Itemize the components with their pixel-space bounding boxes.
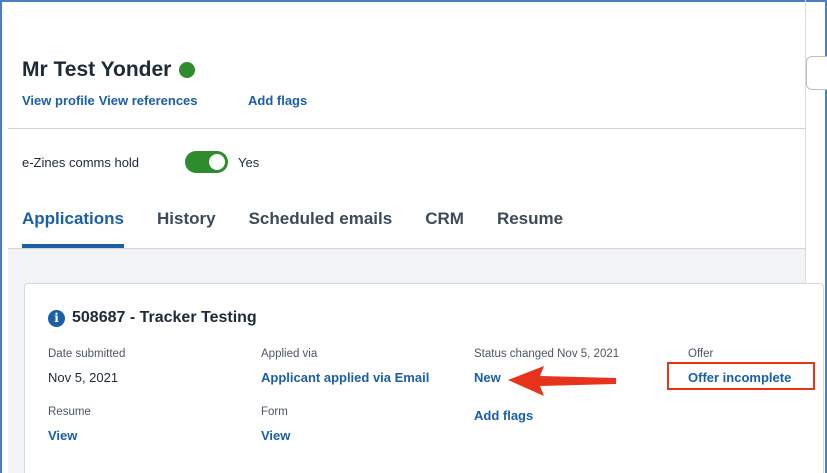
date-submitted-label: Date submitted: [48, 348, 126, 360]
ezines-value: Yes: [238, 155, 260, 170]
status-dot-icon: [179, 62, 196, 78]
ezines-toggle[interactable]: [185, 151, 228, 173]
tab-resume[interactable]: Resume: [497, 209, 563, 249]
applied-via-link[interactable]: Applicant applied via Email: [261, 370, 429, 385]
applied-via-label: Applied via: [261, 348, 318, 360]
application-title: i 508687 - Tracker Testing: [48, 309, 257, 327]
divider: [8, 128, 805, 129]
profile-links: View profile View references: [22, 93, 202, 108]
tab-history[interactable]: History: [157, 209, 216, 249]
info-icon[interactable]: i: [48, 309, 65, 327]
tab-applications[interactable]: Applications: [22, 209, 125, 249]
status-link[interactable]: New: [474, 370, 501, 385]
offer-label: Offer: [688, 348, 714, 360]
pointer-arrow-icon: [508, 366, 616, 396]
application-add-flags-link[interactable]: Add flags: [474, 408, 533, 423]
tab-crm[interactable]: CRM: [425, 209, 464, 249]
tab-bar: Applications History Scheduled emails CR…: [22, 209, 596, 249]
side-action-button[interactable]: [806, 56, 827, 90]
profile-name: Mr Test Yonder: [22, 58, 172, 81]
form-label: Form: [261, 406, 288, 418]
date-submitted-value: Nov 5, 2021: [48, 370, 119, 385]
resume-view-link[interactable]: View: [48, 428, 77, 443]
add-flags-link[interactable]: Add flags: [248, 93, 307, 108]
profile-header: Mr Test Yonder: [22, 58, 196, 82]
ezines-label: e-Zines comms hold: [22, 155, 140, 170]
view-profile-link[interactable]: View profile: [22, 93, 95, 108]
form-view-link[interactable]: View: [261, 428, 290, 443]
tab-scheduled-emails[interactable]: Scheduled emails: [249, 209, 393, 249]
view-references-link[interactable]: View references: [99, 93, 198, 108]
status-changed-label: Status changed Nov 5, 2021: [474, 348, 620, 360]
application-title-text: 508687 - Tracker Testing: [72, 309, 257, 326]
offer-highlight-box: [667, 362, 815, 390]
arrow-shape: [508, 366, 616, 396]
resume-label: Resume: [48, 406, 91, 418]
toggle-knob: [209, 154, 225, 170]
